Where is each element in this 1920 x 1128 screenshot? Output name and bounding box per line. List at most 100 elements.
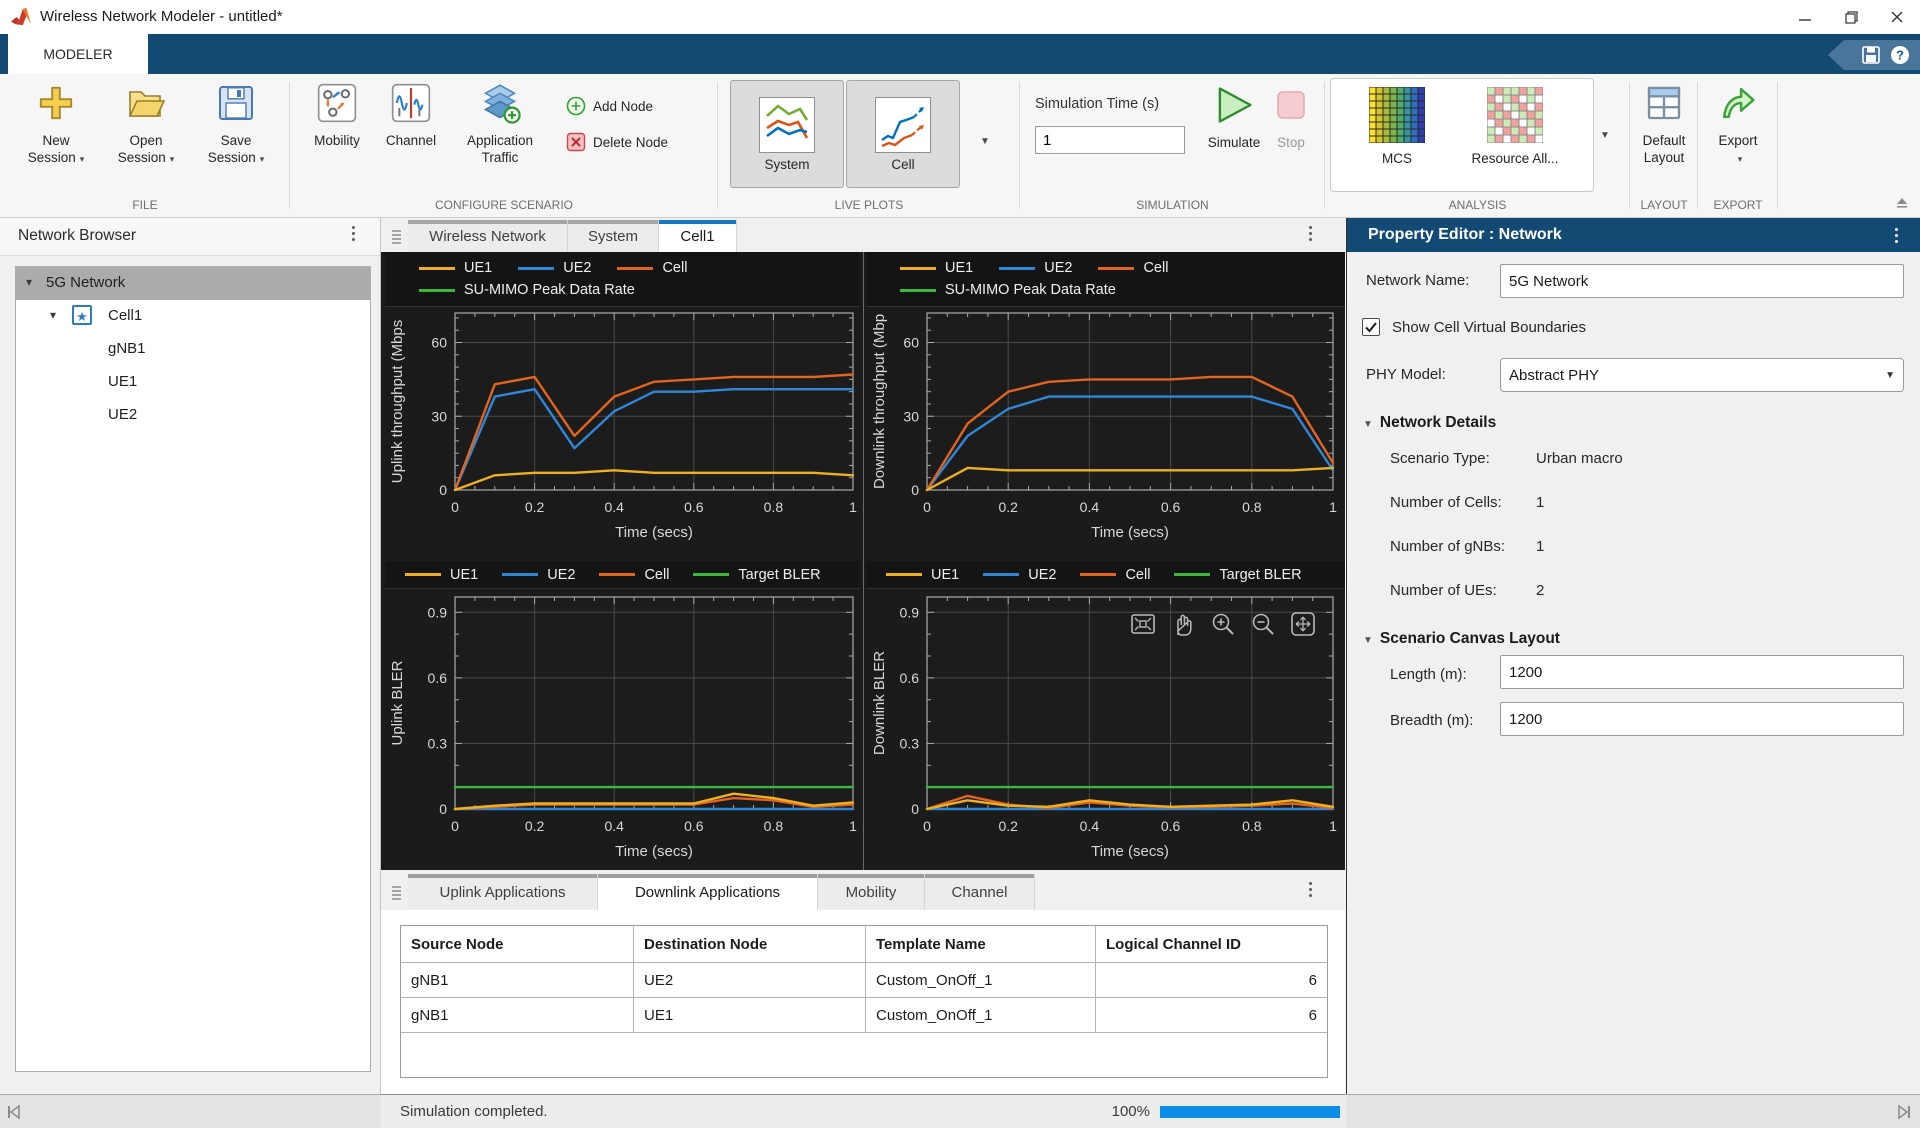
tab-wireless-network[interactable]: Wireless Network [408, 220, 568, 252]
length-input[interactable] [1500, 655, 1904, 689]
tab-uplink-applications[interactable]: Uplink Applications [408, 874, 598, 910]
plot-panel-menu-icon[interactable] [1309, 226, 1312, 241]
tree-item-ue1[interactable]: UE1 [16, 366, 370, 399]
tree-item-cell1[interactable]: ▾★Cell1 [16, 300, 370, 333]
column-header-destination-node[interactable]: Destination Node [634, 926, 866, 963]
pan-hand-icon[interactable] [1169, 610, 1197, 638]
legend-line-sample [419, 267, 455, 270]
delete-node-button[interactable]: Delete Node [566, 132, 668, 152]
tab-modeler[interactable]: MODELER [8, 34, 148, 74]
svg-text:0: 0 [451, 818, 459, 834]
close-button[interactable] [1874, 0, 1920, 34]
tree-expand-caret[interactable]: ▾ [50, 308, 56, 322]
resource-allocation-button[interactable]: Resource All... [1455, 86, 1575, 167]
group-file: NewSession▾ OpenSession▾ SaveSession▾ FI… [0, 74, 290, 217]
add-node-button[interactable]: Add Node [566, 96, 653, 116]
new-session-button[interactable]: NewSession▾ [14, 80, 98, 168]
save-session-button[interactable]: SaveSession▾ [194, 80, 278, 168]
applications-dock-tabbar: Uplink ApplicationsDownlink Applications… [381, 870, 1345, 910]
legend-label: UE1 [450, 567, 478, 583]
tree-item-label: 5G Network [46, 274, 125, 291]
tab-mobility[interactable]: Mobility [818, 874, 925, 910]
group-analysis: MCS Resource All... ▼ ANALYSIS [1325, 74, 1630, 217]
zoom-in-icon[interactable] [1209, 610, 1237, 638]
canvas-layout-section[interactable]: ▼Scenario Canvas Layout [1363, 630, 1560, 648]
channel-button[interactable]: Channel [378, 80, 444, 149]
breadth-input[interactable] [1500, 702, 1904, 736]
legend-label: UE1 [945, 260, 973, 276]
mobility-button[interactable]: Mobility [300, 80, 374, 149]
restore-view-icon[interactable] [1289, 610, 1317, 638]
tree-expand-caret[interactable]: ▾ [26, 275, 32, 289]
column-header-source-node[interactable]: Source Node [401, 926, 634, 963]
show-boundaries-label[interactable]: Show Cell Virtual Boundaries [1392, 319, 1586, 336]
legend-label: UE1 [464, 260, 492, 276]
collapse-ribbon-icon[interactable] [1894, 196, 1910, 210]
section-collapse-caret: ▼ [1363, 635, 1373, 646]
legend-label: SU-MIMO Peak Data Rate [464, 282, 635, 298]
downlink-throughput-chart[interactable]: 00.20.40.60.8103060Time (secs)Downlink t… [867, 307, 1343, 556]
tab-cell1[interactable]: Cell1 [659, 220, 737, 252]
stop-button[interactable]: Stop [1268, 82, 1314, 151]
tab-system[interactable]: System [568, 220, 659, 252]
minimize-button[interactable] [1782, 0, 1828, 34]
svg-text:0.8: 0.8 [764, 499, 784, 515]
dock-drag-handle[interactable] [392, 886, 401, 900]
expand-right-panel-icon[interactable] [1896, 1104, 1912, 1120]
matlab-logo-icon [10, 7, 32, 27]
svg-text:60: 60 [431, 335, 447, 351]
network-name-input[interactable] [1500, 264, 1904, 298]
dock-drag-handle[interactable] [392, 230, 401, 244]
zoom-box-icon[interactable] [1129, 610, 1157, 638]
default-layout-button[interactable]: DefaultLayout [1636, 80, 1692, 166]
network-details-section[interactable]: ▼Network Details [1363, 414, 1496, 432]
tree-item-5g-network[interactable]: ▾ 5G Network [16, 267, 370, 300]
simulation-time-input[interactable] [1035, 126, 1185, 154]
add-node-icon [566, 96, 586, 116]
uplink-bler-chart[interactable]: 00.20.40.60.8100.30.60.9Time (secs)Uplin… [385, 589, 863, 870]
collapse-left-panel-icon[interactable] [6, 1104, 22, 1120]
svg-text:Time (secs): Time (secs) [1091, 524, 1169, 541]
system-plot-button[interactable]: System [730, 80, 844, 188]
svg-text:Time (secs): Time (secs) [1091, 843, 1169, 860]
tree-item-ue2[interactable]: UE2 [16, 399, 370, 432]
legend-line-sample [886, 573, 922, 576]
tab-channel[interactable]: Channel [925, 874, 1035, 910]
tab-downlink-applications[interactable]: Downlink Applications [598, 874, 818, 910]
quick-save-icon[interactable] [1862, 46, 1880, 64]
phy-model-dropdown[interactable]: Abstract PHY▼ [1500, 358, 1904, 392]
export-button[interactable]: Export▾ [1706, 80, 1770, 168]
analysis-gallery-dropdown[interactable]: ▼ [1600, 130, 1610, 141]
live-plots-gallery-dropdown[interactable]: ▼ [980, 136, 990, 147]
tree-item-gnb1[interactable]: gNB1 [16, 333, 370, 366]
table-row[interactable]: gNB1UE1Custom_OnOff_16 [401, 998, 1327, 1033]
legend-entry-ue1: UE1 [886, 567, 959, 583]
tab-label: Channel [952, 884, 1008, 901]
restore-button[interactable] [1828, 0, 1874, 34]
legend-line-sample [617, 267, 653, 270]
table-row[interactable]: gNB1UE2Custom_OnOff_16 [401, 963, 1327, 998]
applications-table[interactable]: Source NodeDestination NodeTemplate Name… [400, 925, 1328, 1078]
svg-text:0.9: 0.9 [900, 604, 920, 620]
show-boundaries-checkbox[interactable] [1362, 318, 1380, 336]
legend-entry-ue2: UE2 [518, 260, 591, 276]
simulate-button[interactable]: Simulate [1202, 82, 1266, 151]
application-traffic-button[interactable]: ApplicationTraffic [448, 80, 552, 166]
network-browser-menu-icon[interactable] [352, 226, 355, 241]
cell-plot-button[interactable]: Cell [846, 80, 960, 188]
column-header-template-name[interactable]: Template Name [866, 926, 1096, 963]
cell-plot-icon [875, 97, 931, 153]
column-header-logical-channel-id[interactable]: Logical Channel ID [1096, 926, 1327, 963]
uplink-throughput-chart[interactable]: 00.20.40.60.8103060Time (secs)Uplink thr… [385, 307, 863, 556]
property-editor-menu-icon[interactable] [1895, 228, 1898, 243]
svg-text:?: ? [1896, 48, 1904, 63]
open-session-button[interactable]: OpenSession▾ [104, 80, 188, 168]
dock-panel-menu-icon[interactable] [1309, 882, 1312, 897]
help-icon[interactable]: ? [1890, 45, 1910, 65]
svg-text:30: 30 [431, 408, 447, 424]
mcs-button[interactable]: MCS [1347, 86, 1447, 167]
group-configure-scenario: Mobility Channel ApplicationTraffic Add … [290, 74, 718, 217]
chevron-down-icon: ▾ [260, 154, 265, 164]
zoom-out-icon[interactable] [1249, 610, 1277, 638]
network-browser-header: Network Browser [0, 218, 380, 256]
